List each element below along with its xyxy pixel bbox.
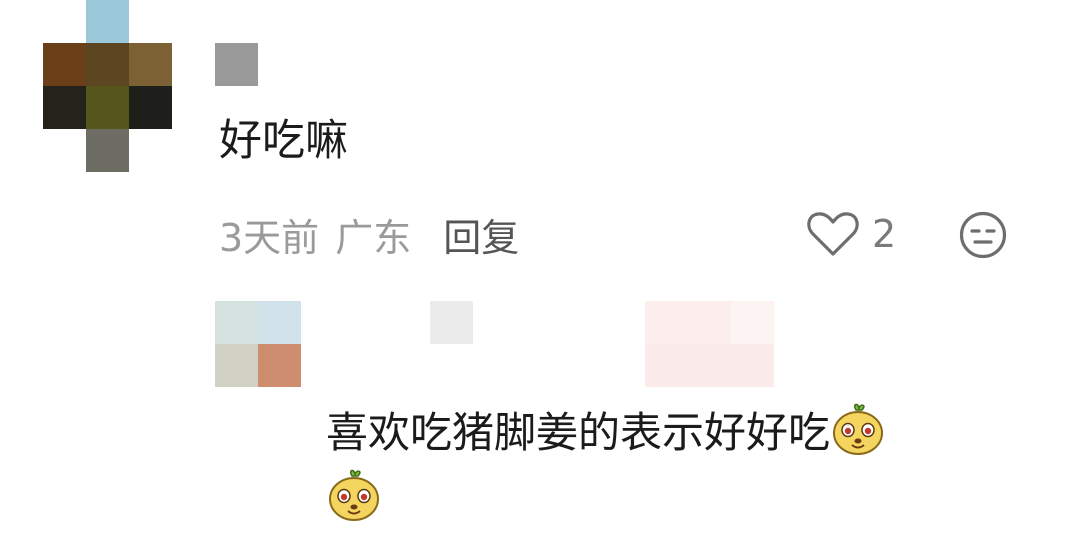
reply-text-block: 喜欢吃猪脚姜的表示好好吃 [326,400,1026,532]
commenter-username[interactable] [215,43,258,86]
comment-thread: 好吃嘛 3天前 广东 回复 2 喜欢吃猪脚姜的表示好好吃 [0,0,1080,558]
like-button[interactable]: 2 [806,208,896,260]
yellow-mango-emoji-icon [830,401,886,457]
like-count: 2 [872,212,897,256]
replier-avatar[interactable] [215,301,301,387]
comment-text: 好吃嘛 [219,116,348,166]
replier-username[interactable] [430,301,473,344]
yellow-mango-emoji-icon [326,467,382,523]
reply-target-username[interactable] [645,301,774,387]
comment-meta: 3天前 广东 回复 [219,206,519,262]
comment-location: 广东 [335,215,412,260]
comment-time: 3天前 [219,215,320,260]
meh-face-icon [959,211,1007,259]
heart-outline-icon [807,212,859,256]
reply-button[interactable]: 回复 [443,207,519,262]
commenter-avatar[interactable] [43,0,172,172]
dislike-button[interactable] [958,210,1008,260]
reply-text: 喜欢吃猪脚姜的表示好好吃 [326,408,831,457]
